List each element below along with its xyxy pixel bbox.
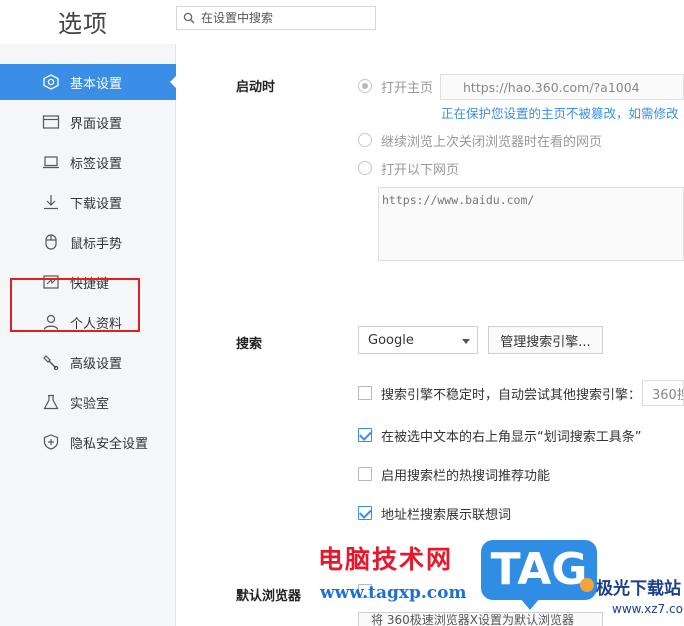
set-default-browser-button[interactable]: 将 360极速浏览器X设置为默认浏览器 bbox=[358, 612, 603, 626]
protect-note-link[interactable]: 正在保护您设置的主页不被篡改，如需修改 bbox=[441, 103, 684, 122]
page-title: 选项 bbox=[58, 10, 108, 38]
sidebar-item-lab[interactable]: 实验室 bbox=[0, 384, 176, 420]
sidebar-item-label: 基本设置 bbox=[70, 77, 123, 92]
hot-search-option[interactable]: 启用搜索栏的热搜词推荐功能 bbox=[358, 464, 550, 484]
fallback-engine-option[interactable]: 搜索引擎不稳定时，自动尝试其他搜索引擎： bbox=[358, 383, 641, 403]
startup-section-label: 启动时 bbox=[236, 80, 276, 95]
address-suggest-option[interactable]: 地址栏搜索展示联想词 bbox=[358, 503, 511, 523]
fallback-engine-input[interactable] bbox=[643, 381, 683, 405]
sidebar-item-privacy-security[interactable]: 隐私安全设置 bbox=[0, 424, 176, 460]
settings-search-box[interactable] bbox=[176, 6, 376, 30]
window-icon bbox=[42, 115, 60, 129]
watermark-site-name: 电脑技术网 bbox=[318, 545, 454, 574]
radio-label: 继续浏览上次关闭浏览器时在看的网页 bbox=[381, 134, 603, 150]
header: 选项 bbox=[0, 0, 684, 44]
sidebar-item-advanced-settings[interactable]: 高级设置 bbox=[0, 344, 176, 380]
watermark-tag-logo: TAG bbox=[481, 540, 597, 600]
radio-button[interactable] bbox=[358, 79, 372, 93]
default-browser-section-label: 默认浏览器 bbox=[236, 589, 302, 604]
checkbox[interactable] bbox=[358, 428, 372, 442]
radio-label: 打开主页 bbox=[381, 80, 434, 96]
checkbox-label: 地址栏搜索展示联想词 bbox=[381, 507, 512, 523]
sidebar-item-label: 鼠标手势 bbox=[70, 237, 123, 252]
checkbox-label: 搜索引擎不稳定时，自动尝试其他搜索引擎： bbox=[381, 387, 642, 403]
fallback-engine-field[interactable] bbox=[642, 380, 684, 406]
wrench-icon bbox=[43, 355, 59, 370]
keyboard-icon bbox=[43, 275, 59, 289]
watermark-site-url: www.tagxp.com bbox=[320, 583, 467, 603]
startup-option-continue[interactable]: 继续浏览上次关闭浏览器时在看的网页 bbox=[358, 130, 602, 150]
radio-button[interactable] bbox=[358, 133, 372, 147]
download-icon bbox=[44, 195, 58, 210]
search-section-label: 搜索 bbox=[236, 337, 263, 352]
shield-icon bbox=[43, 434, 59, 450]
mouse-icon bbox=[45, 234, 57, 250]
sidebar-item-label: 下载设置 bbox=[70, 197, 123, 212]
manage-search-engines-button[interactable]: 管理搜索引擎... bbox=[488, 326, 603, 354]
flask-icon bbox=[43, 394, 59, 410]
chevron-down-icon bbox=[462, 339, 470, 344]
sidebar-item-basic-settings[interactable]: 基本设置 bbox=[0, 64, 177, 100]
search-engine-select[interactable]: Google bbox=[358, 326, 478, 354]
sidebar-item-profile[interactable]: 个人资料 bbox=[0, 304, 176, 340]
sidebar-item-label: 实验室 bbox=[70, 397, 110, 412]
sidebar-item-label: 隐私安全设置 bbox=[70, 437, 149, 452]
sidebar-item-label: 个人资料 bbox=[70, 317, 123, 332]
search-engine-selected: Google bbox=[368, 333, 414, 348]
watermark-xz-name: 极光下载站 bbox=[596, 579, 681, 599]
watermark-tag-tail bbox=[520, 598, 540, 610]
watermark-xz-logo-icon bbox=[580, 578, 594, 592]
home-url-field[interactable] bbox=[440, 74, 684, 100]
startup-pages-input[interactable]: https://www.baidu.com/ bbox=[379, 188, 683, 260]
search-icon bbox=[183, 12, 195, 24]
checkbox[interactable] bbox=[358, 386, 372, 400]
startup-option-pages[interactable]: 打开以下网页 bbox=[358, 158, 459, 178]
user-icon bbox=[43, 314, 59, 330]
radio-label: 打开以下网页 bbox=[381, 162, 460, 178]
sidebar: 基本设置 界面设置 标签设置 下载设置 鼠标手势 快捷键 个人资料 高级设置 实… bbox=[0, 44, 177, 626]
checkbox[interactable] bbox=[358, 467, 372, 481]
sidebar-item-label: 高级设置 bbox=[70, 357, 123, 372]
checkbox-label: 启用搜索栏的热搜词推荐功能 bbox=[381, 468, 551, 484]
watermark-xz-url: www.xz7.com bbox=[612, 602, 684, 616]
gear-icon bbox=[43, 74, 59, 90]
sidebar-item-ui-settings[interactable]: 界面设置 bbox=[0, 104, 176, 140]
sidebar-item-mouse-gesture[interactable]: 鼠标手势 bbox=[0, 224, 176, 260]
sidebar-item-tab-settings[interactable]: 标签设置 bbox=[0, 144, 176, 180]
startup-option-home[interactable]: 打开主页 bbox=[358, 76, 433, 96]
settings-search-input[interactable] bbox=[201, 9, 371, 27]
sidebar-item-label: 标签设置 bbox=[70, 157, 123, 172]
sidebar-item-shortcuts[interactable]: 快捷键 bbox=[0, 264, 176, 300]
checkbox[interactable] bbox=[358, 506, 372, 520]
startup-pages-textarea[interactable]: https://www.baidu.com/ bbox=[378, 187, 684, 261]
sidebar-item-label: 快捷键 bbox=[70, 277, 110, 292]
laptop-icon bbox=[43, 156, 59, 169]
sidebar-item-label: 界面设置 bbox=[70, 117, 123, 132]
radio-button[interactable] bbox=[358, 161, 372, 175]
set-default-browser-label: 将 360极速浏览器X设置为默认浏览器 bbox=[371, 613, 574, 626]
selection-toolbar-option[interactable]: 在被选中文本的右上角显示“划词搜索工具条” bbox=[358, 425, 641, 445]
checkbox-label: 在被选中文本的右上角显示“划词搜索工具条” bbox=[381, 429, 642, 445]
sidebar-item-download-settings[interactable]: 下载设置 bbox=[0, 184, 176, 220]
home-url-input[interactable] bbox=[441, 75, 683, 99]
